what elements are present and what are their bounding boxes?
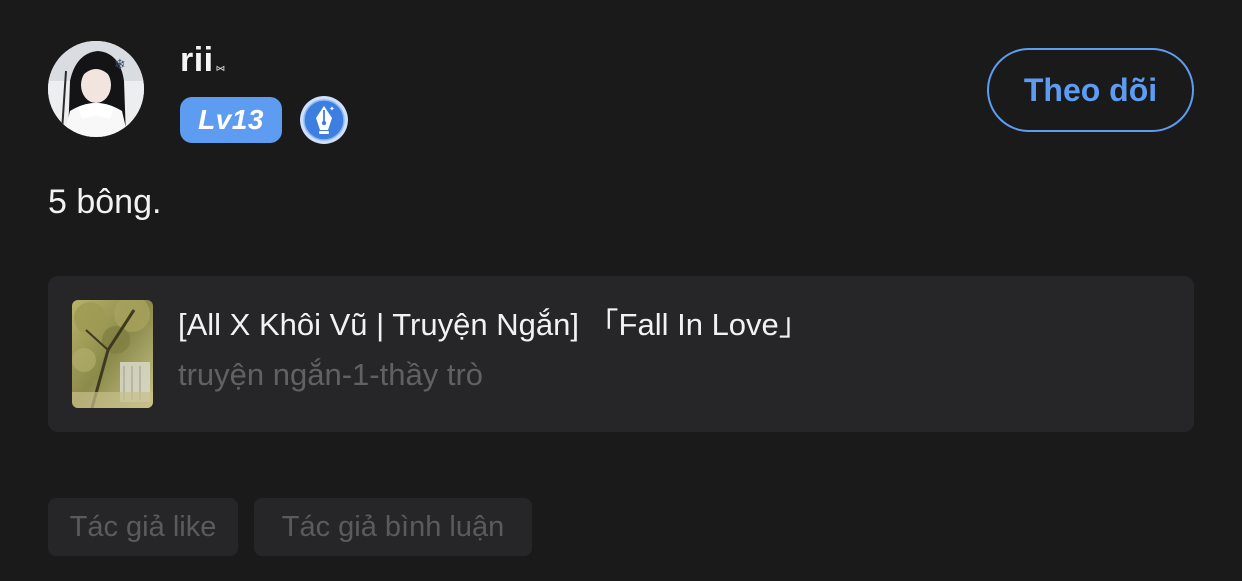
story-tags: truyện ngắn-1-thầy trò (178, 357, 484, 392)
fountain-pen-icon: ✦ (299, 95, 349, 145)
avatar[interactable]: ❄ (48, 41, 144, 137)
svg-text:✦: ✦ (329, 105, 335, 113)
story-title: [All X Khôi Vũ | Truyện Ngắn] 「Fall In L… (178, 307, 810, 342)
username[interactable]: rii ⑅ (180, 40, 226, 89)
level-badge: Lv13 (180, 97, 282, 143)
story-card[interactable]: [All X Khôi Vũ | Truyện Ngắn] 「Fall In L… (48, 276, 1194, 432)
username-text: rii (180, 41, 214, 79)
username-suffix: ⑅ (215, 60, 226, 77)
author-comment-chip: Tác giả bình luận (254, 498, 532, 556)
post-text: 5 bông. (48, 183, 162, 221)
story-cover-image (72, 300, 153, 408)
follow-button[interactable]: Theo dõi (987, 48, 1194, 132)
svg-text:❄: ❄ (114, 57, 126, 73)
avatar-image: ❄ (48, 41, 144, 137)
author-like-chip: Tác giả like (48, 498, 238, 556)
